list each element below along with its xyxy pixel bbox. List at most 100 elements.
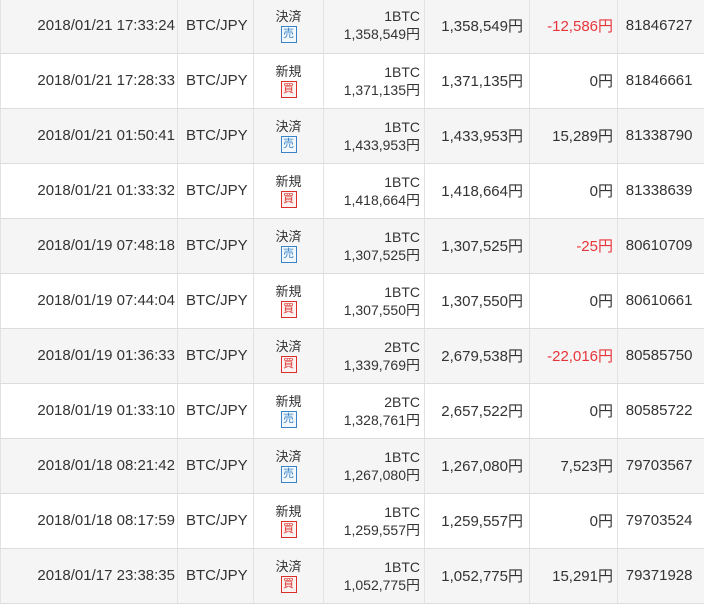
- order-id-text: 80585722: [625, 402, 693, 419]
- currency-pair: BTC/JPY: [177, 493, 254, 549]
- currency-pair: BTC/JPY: [177, 273, 254, 329]
- currency-pair: BTC/JPY: [177, 53, 254, 109]
- trade-amount-text: 1,418,664円: [441, 183, 523, 200]
- trade-type-cell: 新規 買: [253, 273, 324, 329]
- trade-type-cell: 新規 買: [253, 53, 324, 109]
- profit-loss-text: 0円: [589, 183, 613, 200]
- trade-datetime: 2018/01/21 01:50:41: [0, 108, 178, 164]
- trade-history-body: 2018/01/21 17:33:24 BTC/JPY 決済 売 1BTC 1,…: [0, 0, 704, 604]
- order-id: 80610661: [617, 273, 704, 329]
- profit-loss: 0円: [529, 383, 618, 439]
- currency-pair-text: BTC/JPY: [186, 457, 248, 474]
- side-badge: 売: [280, 411, 297, 428]
- profit-loss: 7,523円: [529, 438, 618, 494]
- quantity-price-cell: 2BTC 1,328,761円: [323, 383, 425, 439]
- quantity-price-cell: 1BTC 1,259,557円: [323, 493, 425, 549]
- unit-price-value: 1,328,761円: [343, 411, 420, 428]
- trade-datetime: 2018/01/18 08:17:59: [0, 493, 178, 549]
- quantity-price-cell: 1BTC 1,307,550円: [323, 273, 425, 329]
- profit-loss-text: 0円: [589, 403, 613, 420]
- order-id-text: 80585750: [625, 347, 693, 364]
- table-row: 2018/01/18 08:21:42 BTC/JPY 決済 売 1BTC 1,…: [0, 438, 704, 494]
- side-badge: 売: [280, 466, 297, 483]
- profit-loss-text: 0円: [589, 513, 613, 530]
- side-badge: 買: [280, 521, 297, 538]
- unit-price-value: 1,339,769円: [343, 356, 420, 373]
- order-id: 81338790: [617, 108, 704, 164]
- trade-type-label: 決済: [275, 8, 302, 24]
- trade-amount: 1,052,775円: [424, 548, 530, 604]
- trade-type-label: 決済: [275, 119, 302, 134]
- trade-amount-text: 1,052,775円: [441, 568, 523, 585]
- trade-datetime: 2018/01/21 01:33:32: [0, 163, 178, 219]
- trade-type-cell: 新規 買: [253, 493, 324, 549]
- quantity-value: 1BTC: [384, 118, 420, 135]
- trade-type-cell: 決済 買: [253, 548, 324, 604]
- trade-amount-text: 1,433,953円: [441, 128, 523, 145]
- trade-amount-text: 1,371,135円: [441, 73, 523, 90]
- trade-amount: 1,307,525円: [424, 218, 530, 274]
- table-row: 2018/01/18 08:17:59 BTC/JPY 新規 買 1BTC 1,…: [0, 493, 704, 549]
- currency-pair-text: BTC/JPY: [186, 72, 248, 89]
- trade-amount: 1,371,135円: [424, 53, 530, 109]
- quantity-price-cell: 1BTC 1,371,135円: [323, 53, 425, 109]
- trade-datetime-text: 2018/01/21 17:28:33: [37, 72, 175, 89]
- quantity-price-cell: 1BTC 1,267,080円: [323, 438, 425, 494]
- trade-type-label: 新規: [275, 174, 302, 189]
- trade-amount: 1,267,080円: [424, 438, 530, 494]
- trade-datetime: 2018/01/19 01:36:33: [0, 328, 178, 384]
- quantity-price-cell: 1BTC 1,307,525円: [323, 218, 425, 274]
- trade-type-label: 新規: [275, 504, 302, 519]
- table-row: 2018/01/19 07:48:18 BTC/JPY 決済 売 1BTC 1,…: [0, 218, 704, 274]
- trade-type-cell: 新規 売: [253, 383, 324, 439]
- trade-datetime: 2018/01/19 07:48:18: [0, 218, 178, 274]
- trade-datetime-text: 2018/01/19 07:48:18: [37, 237, 175, 254]
- quantity-price-cell: 1BTC 1,358,549円: [323, 0, 425, 54]
- quantity-value: 1BTC: [384, 448, 420, 465]
- profit-loss: 0円: [529, 163, 618, 219]
- trade-datetime-text: 2018/01/18 08:17:59: [37, 512, 175, 529]
- side-badge: 売: [280, 25, 297, 43]
- trade-type-cell: 決済 売: [253, 0, 324, 54]
- trade-amount-text: 2,657,522円: [441, 403, 523, 420]
- trade-datetime-text: 2018/01/19 07:44:04: [37, 292, 175, 309]
- currency-pair: BTC/JPY: [177, 108, 254, 164]
- currency-pair-text: BTC/JPY: [186, 512, 248, 529]
- unit-price-value: 1,267,080円: [343, 466, 420, 483]
- profit-loss: 0円: [529, 273, 618, 329]
- side-badge: 買: [280, 356, 297, 373]
- order-id: 81338639: [617, 163, 704, 219]
- trade-datetime-text: 2018/01/21 17:33:24: [37, 16, 175, 34]
- order-id: 79703524: [617, 493, 704, 549]
- currency-pair-text: BTC/JPY: [186, 237, 248, 254]
- trade-type-label: 決済: [275, 339, 302, 354]
- trade-datetime-text: 2018/01/19 01:33:10: [37, 402, 175, 419]
- currency-pair-text: BTC/JPY: [186, 127, 248, 144]
- order-id-text: 80610709: [625, 237, 693, 254]
- trade-amount-text: 1,307,550円: [441, 293, 523, 310]
- currency-pair-text: BTC/JPY: [186, 402, 248, 419]
- quantity-price-cell: 1BTC 1,052,775円: [323, 548, 425, 604]
- currency-pair-text: BTC/JPY: [186, 567, 248, 584]
- order-id-text: 80610661: [625, 292, 693, 309]
- unit-price-value: 1,307,525円: [343, 246, 420, 263]
- trade-type-label: 決済: [275, 559, 302, 574]
- order-id: 79371928: [617, 548, 704, 604]
- table-row: 2018/01/21 17:28:33 BTC/JPY 新規 買 1BTC 1,…: [0, 53, 704, 109]
- table-row: 2018/01/19 01:36:33 BTC/JPY 決済 買 2BTC 1,…: [0, 328, 704, 384]
- table-row: 2018/01/21 17:33:24 BTC/JPY 決済 売 1BTC 1,…: [0, 0, 704, 54]
- order-id: 80585750: [617, 328, 704, 384]
- order-id-text: 79703524: [625, 512, 693, 529]
- trade-type-label: 新規: [275, 284, 302, 299]
- profit-loss-text: 0円: [589, 73, 613, 90]
- trade-type-cell: 新規 買: [253, 163, 324, 219]
- currency-pair: BTC/JPY: [177, 383, 254, 439]
- unit-price-value: 1,371,135円: [343, 81, 420, 98]
- currency-pair-text: BTC/JPY: [186, 292, 248, 309]
- trade-datetime: 2018/01/19 01:33:10: [0, 383, 178, 439]
- quantity-value: 1BTC: [384, 63, 420, 80]
- profit-loss: -22,016円: [529, 328, 618, 384]
- order-id-text: 81846727: [625, 16, 693, 34]
- trade-datetime-text: 2018/01/21 01:33:32: [37, 182, 175, 199]
- unit-price-value: 1,418,664円: [343, 191, 420, 208]
